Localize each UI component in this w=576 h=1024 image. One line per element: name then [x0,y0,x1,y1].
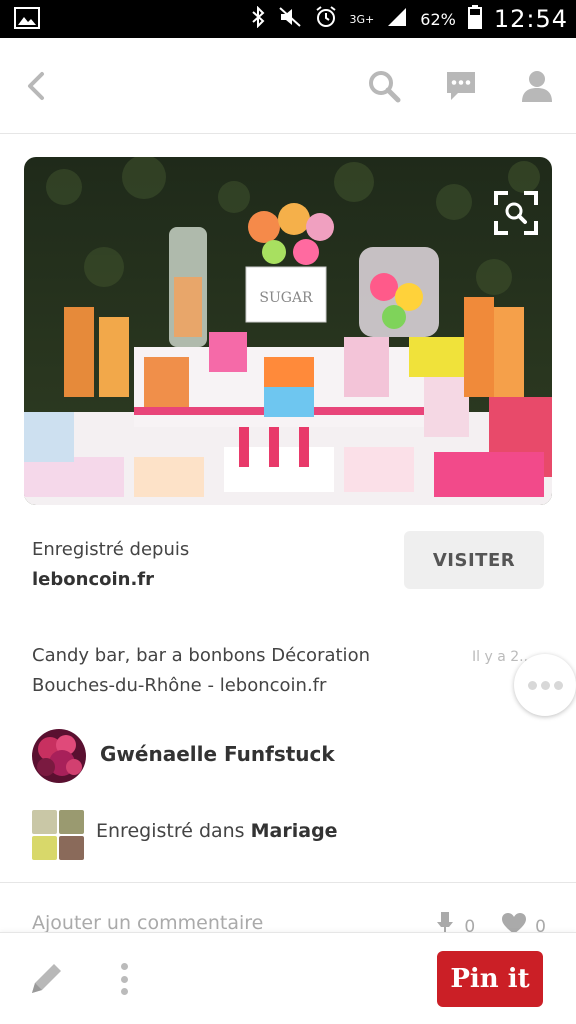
more-dot-icon [527,680,537,690]
more-dot-icon [540,680,550,690]
board-name[interactable]: Mariage [251,820,338,842]
gallery-icon [14,7,40,29]
saved-from-label: Enregistré depuis [32,539,190,560]
battery-percent: 62% [420,9,456,29]
visual-search-icon[interactable] [494,191,538,235]
pin-image[interactable]: SUGAR [24,157,552,505]
alarm-icon [314,5,338,33]
pin-description: Candy bar, bar a bonbons Décoration Bouc… [32,645,370,696]
divider [0,882,576,883]
bottom-action-bar: Pin it [0,932,576,1024]
comment-input[interactable]: Ajouter un commentaire [32,912,263,934]
bluetooth-icon [250,5,266,32]
visit-button[interactable]: VISITER [404,531,544,589]
app-header [0,38,576,134]
network-indicator: 3G+ [349,12,375,26]
clock: 12:54 [493,5,568,33]
saved-in-label: Enregistré dans [96,820,245,842]
pin-it-button[interactable]: Pin it [437,951,543,1007]
signal-icon [386,7,408,31]
saved-in-board[interactable]: Enregistré dans Mariage [96,820,338,842]
edit-pencil-icon[interactable] [26,959,66,999]
board-thumbnail[interactable] [32,810,84,860]
search-icon[interactable] [364,66,404,106]
back-arrow-icon[interactable] [16,66,56,106]
more-options-button[interactable] [514,654,576,716]
more-dot-icon [553,680,563,690]
mute-icon [278,6,302,32]
avatar[interactable] [32,729,86,783]
battery-icon [467,5,482,33]
overflow-menu-icon[interactable] [112,959,136,999]
user-name[interactable]: Gwénaelle Funfstuck [100,742,335,766]
chat-icon[interactable] [441,66,481,106]
profile-icon[interactable] [517,66,557,106]
source-info: Enregistré depuis leboncoin.fr [32,535,189,595]
status-bar: 3G+ 62% 12:54 [0,0,576,38]
source-domain[interactable]: leboncoin.fr [32,565,189,595]
sugar-sign-text: SUGAR [259,290,313,306]
